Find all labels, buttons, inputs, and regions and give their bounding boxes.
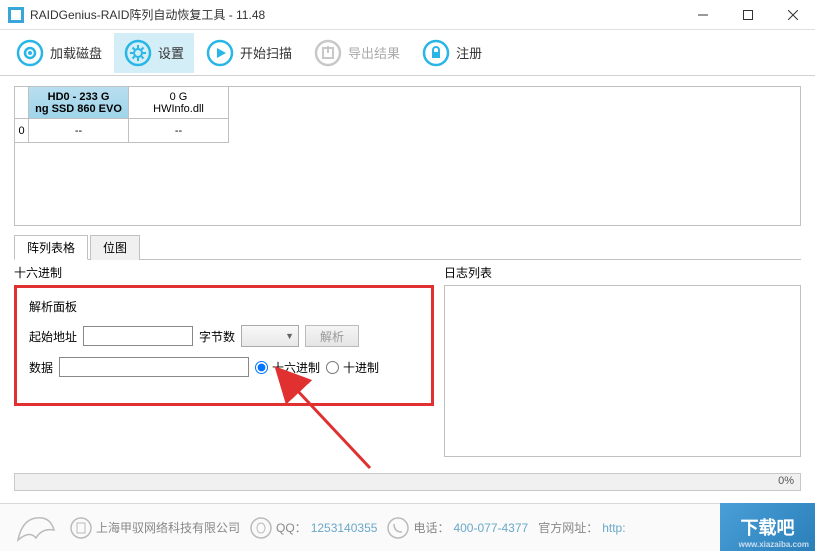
tab-bitmap[interactable]: 位图 [90,235,140,260]
radix-dec-input[interactable] [326,361,339,374]
start-scan-label: 开始扫描 [240,43,292,62]
export-icon [314,39,342,67]
hex-panel: 十六进制 解析面板 起始地址 字节数 ▼ 解析 数据 十六进制 [14,264,434,457]
qq-icon [250,517,272,539]
tel-number: 400-077-4377 [453,521,528,535]
byte-count-select[interactable]: ▼ [241,325,299,347]
tab-array-table[interactable]: 阵列表格 [14,235,88,260]
byte-count-label: 字节数 [199,328,235,345]
window-title: RAIDGenius-RAID阵列自动恢复工具 - 11.48 [30,6,680,23]
phone-icon [387,517,409,539]
hd1-subtitle: HWInfo.dll [153,103,204,115]
cell-0-0[interactable]: -- [29,119,129,143]
minimize-button[interactable] [680,0,725,30]
export-result-button[interactable]: 导出结果 [304,33,410,73]
company-text: 上海甲驭网络科技有限公司 [96,519,240,536]
data-label: 数据 [29,359,53,376]
site-url: http: [602,521,625,535]
badge-subtext: www.xiazaiba.com [739,540,809,549]
start-scan-button[interactable]: 开始扫描 [196,33,302,73]
qq-contact[interactable]: QQ： 1253140355 [250,517,377,539]
hd0-subtitle: ng SSD 860 EVO [35,103,122,115]
cell-0-1[interactable]: -- [129,119,229,143]
maximize-button[interactable] [725,0,770,30]
download-badge: 下载吧 www.xiazaiba.com [720,503,815,551]
disk-header-hd1[interactable]: 0 G HWInfo.dll [129,87,229,119]
toolbar: 加载磁盘 设置 开始扫描 导出结果 注册 [0,30,815,76]
radix-hex-input[interactable] [255,361,268,374]
radix-dec-radio[interactable]: 十进制 [326,359,379,376]
app-icon [8,7,24,23]
qq-label: QQ： [276,519,307,536]
company-logo-icon [12,510,60,546]
register-button[interactable]: 注册 [412,33,492,73]
tel-contact[interactable]: 电话： 400-077-4377 [387,517,528,539]
settings-label: 设置 [158,43,184,62]
register-label: 注册 [456,43,482,62]
load-disk-button[interactable]: 加载磁盘 [6,33,112,73]
settings-button[interactable]: 设置 [114,33,194,73]
site-label: 官方网址： [538,519,598,536]
qq-number: 1253140355 [311,521,378,535]
load-disk-label: 加载磁盘 [50,43,102,62]
chevron-down-icon: ▼ [285,331,294,341]
company-name: 上海甲驭网络科技有限公司 [70,517,240,539]
disk-icon [16,39,44,67]
radix-dec-label: 十进制 [343,359,379,376]
disk-header-hd0[interactable]: HD0 - 233 G ng SSD 860 EVO [29,87,129,119]
lock-icon [422,39,450,67]
footer: 上海甲驭网络科技有限公司 QQ： 1253140355 电话： 400-077-… [0,503,815,551]
radix-hex-radio[interactable]: 十六进制 [255,359,320,376]
log-title: 日志列表 [444,264,801,281]
progress-percent: 0% [778,475,794,487]
hd1-title: 0 G [170,91,188,103]
tabs: 阵列表格 位图 [14,234,801,260]
export-result-label: 导出结果 [348,43,400,62]
hd0-title: HD0 - 233 G [48,91,110,103]
play-icon [206,39,234,67]
disk-table: HD0 - 233 G ng SSD 860 EVO 0 G HWInfo.dl… [14,86,801,226]
radix-hex-label: 十六进制 [272,359,320,376]
title-bar: RAIDGenius-RAID阵列自动恢复工具 - 11.48 [0,0,815,30]
building-icon [70,517,92,539]
start-addr-input[interactable] [83,326,193,346]
log-panel: 日志列表 [444,264,801,457]
badge-text: 下载吧 [741,514,795,540]
close-button[interactable] [770,0,815,30]
log-list[interactable] [444,285,801,457]
progress-area: 0% [14,473,801,491]
hex-title: 十六进制 [14,264,434,281]
parse-fieldset: 解析面板 起始地址 字节数 ▼ 解析 数据 十六进制 [14,285,434,406]
table-corner [15,87,29,119]
gear-icon [124,39,152,67]
website-link[interactable]: 官方网址： http: [538,519,625,536]
row-index: 0 [15,119,29,143]
tel-label: 电话： [413,519,449,536]
data-input[interactable] [59,357,249,377]
parse-button[interactable]: 解析 [305,325,359,347]
progress-bar: 0% [14,473,801,491]
parse-panel-title: 解析面板 [29,298,419,315]
start-addr-label: 起始地址 [29,328,77,345]
